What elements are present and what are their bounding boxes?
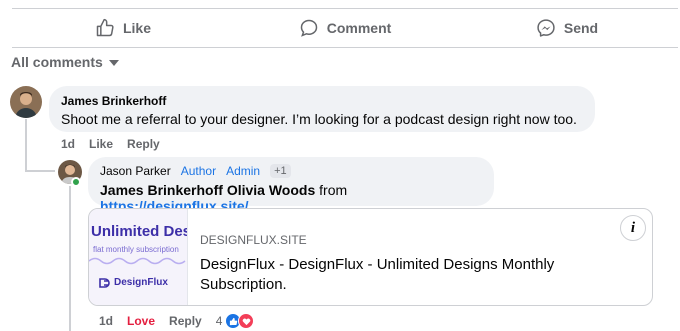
- reply-time[interactable]: 1d: [99, 314, 113, 328]
- reply-from-word: from: [319, 182, 348, 198]
- link-preview-thumbnail: Unlimited Design flat monthly subscripti…: [89, 209, 188, 305]
- comment-meta: 1d Like Reply: [61, 137, 160, 151]
- like-button[interactable]: Like: [12, 9, 234, 47]
- comment-button[interactable]: Comment: [234, 9, 456, 47]
- comment-author[interactable]: James Brinkerhoff: [61, 94, 583, 108]
- thumbnail-subtitle: flat monthly subscription: [93, 245, 179, 254]
- messenger-icon: [537, 19, 555, 37]
- reaction-count: 4: [215, 314, 223, 328]
- comment-time[interactable]: 1d: [61, 137, 75, 151]
- info-icon[interactable]: i: [620, 215, 646, 241]
- link-preview-domain: DESIGNFLUX.SITE: [200, 233, 307, 247]
- caret-down-icon: [108, 60, 119, 66]
- send-label: Send: [563, 20, 599, 36]
- reply-reply-button[interactable]: Reply: [169, 314, 202, 328]
- comment-text: Shoot me a referral to your designer. I’…: [61, 111, 577, 127]
- thumbnail-title: Unlimited Design: [91, 223, 187, 240]
- person-photo-icon: [10, 86, 42, 118]
- reply-love-button[interactable]: Love: [127, 314, 155, 328]
- link-preview-body: DESIGNFLUX.SITE DesignFlux - DesignFlux …: [188, 209, 652, 305]
- avatar-james-brinkerhoff[interactable]: [10, 86, 42, 118]
- thread-connector-line: [25, 119, 27, 171]
- reply-bubble: Jason Parker Author Admin +1 James Brink…: [88, 157, 494, 214]
- comment-label: Comment: [326, 20, 392, 36]
- link-preview-title: DesignFlux - DesignFlux - Unlimited Desi…: [200, 256, 555, 293]
- author-badge[interactable]: Author: [181, 164, 216, 178]
- comment-like-button[interactable]: Like: [89, 137, 113, 151]
- reply-author[interactable]: Jason Parker: [100, 164, 171, 178]
- post-action-bar: Like Comment Send: [12, 8, 678, 48]
- wave-decoration-icon: [89, 257, 186, 265]
- online-status-icon: [71, 177, 81, 187]
- reply-meta: 1d Love Reply 4: [99, 313, 255, 329]
- comment-filter-label: All comments: [11, 54, 103, 70]
- link-preview-card[interactable]: Unlimited Design flat monthly subscripti…: [88, 208, 653, 306]
- like-label: Like: [122, 20, 151, 36]
- admin-badge[interactable]: Admin: [226, 164, 260, 178]
- comment-filter-dropdown[interactable]: All comments: [11, 54, 119, 70]
- thumbnail-logo-text: DesignFlux: [114, 277, 168, 288]
- more-badges[interactable]: +1: [270, 164, 291, 178]
- send-button[interactable]: Send: [456, 9, 678, 47]
- comment-bubble: James Brinkerhoff Shoot me a referral to…: [49, 86, 595, 132]
- comment-reply-button[interactable]: Reply: [127, 137, 160, 151]
- reply-header: Jason Parker Author Admin +1: [100, 164, 482, 178]
- designflux-logo: DesignFlux: [99, 277, 168, 288]
- comment-icon: [300, 19, 317, 37]
- reaction-summary[interactable]: 4: [216, 313, 255, 329]
- thread-connector-branch: [25, 170, 55, 172]
- reply-thread-line: [69, 186, 71, 331]
- reply-mentions[interactable]: James Brinkerhoff Olivia Woods: [100, 182, 315, 198]
- designflux-logo-icon: [99, 277, 110, 288]
- thumbs-up-icon: [96, 18, 114, 37]
- love-reaction-icon: [238, 313, 255, 329]
